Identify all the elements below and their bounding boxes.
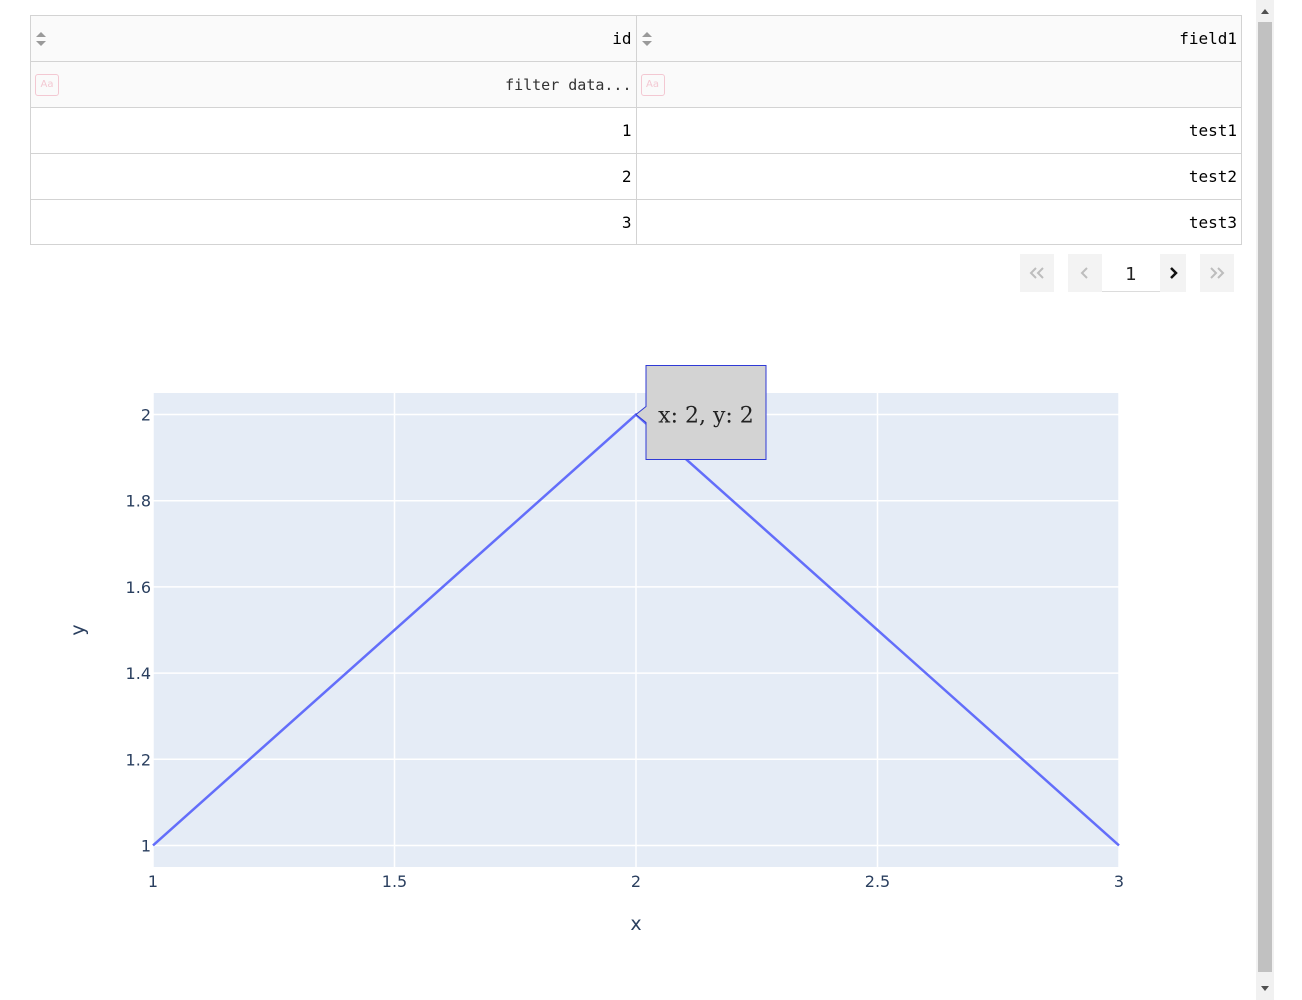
next-page-button[interactable] — [1160, 254, 1186, 292]
table-row: 3 test3 — [31, 200, 1241, 244]
x-tick-label: 3 — [1114, 872, 1124, 891]
column-header-label: field1 — [1179, 29, 1237, 48]
double-chevron-left-icon — [1029, 267, 1044, 279]
filter-placeholder[interactable]: filter data... — [505, 76, 631, 94]
table-cell-field1[interactable]: test3 — [637, 200, 1242, 244]
y-tick-label: 2 — [141, 406, 151, 425]
table-row: 2 test2 — [31, 154, 1241, 200]
y-tick-label: 1.6 — [126, 578, 151, 597]
x-tick-label: 2 — [631, 872, 641, 891]
first-page-button[interactable] — [1020, 254, 1054, 292]
x-tick-label: 1 — [148, 872, 158, 891]
sort-icon[interactable] — [641, 30, 653, 48]
scroll-down-button[interactable] — [1256, 980, 1274, 998]
hover-tooltip-text: x: 2, y: 2 — [658, 404, 754, 429]
y-tick-label: 1.8 — [126, 492, 151, 511]
table-cell-field1[interactable]: test1 — [637, 108, 1242, 153]
page-number-input[interactable] — [1102, 254, 1160, 292]
chevron-left-icon — [1080, 267, 1088, 279]
triangle-up-icon — [1261, 9, 1269, 14]
column-header-field1[interactable]: field1 — [637, 16, 1242, 61]
y-tick-label: 1.4 — [126, 664, 151, 683]
table-row: 1 test1 — [31, 108, 1241, 154]
column-header-id[interactable]: id — [31, 16, 637, 61]
table-cell-id[interactable]: 1 — [31, 108, 637, 153]
case-sensitive-icon[interactable]: Aa — [640, 73, 665, 96]
x-axis-title: x — [630, 913, 641, 935]
table-cell-field1[interactable]: test2 — [637, 154, 1242, 199]
scroll-up-button[interactable] — [1256, 2, 1274, 20]
previous-page-button[interactable] — [1068, 254, 1102, 292]
column-header-label: id — [612, 29, 632, 48]
table-cell-id[interactable]: 3 — [31, 200, 637, 244]
table-cell-id[interactable]: 2 — [31, 154, 637, 199]
data-table: id field1 Aa filter data... Aa 1 test1 2… — [30, 15, 1242, 245]
last-page-button[interactable] — [1200, 254, 1234, 292]
x-tick-label: 1.5 — [382, 872, 407, 891]
x-tick-label: 2.5 — [865, 872, 890, 891]
y-tick-label: 1.2 — [126, 750, 151, 769]
y-axis-title: y — [67, 624, 89, 635]
scroll-thumb[interactable] — [1258, 22, 1272, 972]
table-header-row: id field1 — [31, 16, 1241, 62]
pagination — [1020, 254, 1238, 294]
y-tick-label: 1 — [141, 836, 151, 855]
table-filter-row: Aa filter data... Aa — [31, 62, 1241, 108]
filter-cell-id[interactable]: Aa filter data... — [31, 62, 637, 107]
chevron-right-icon — [1170, 267, 1178, 279]
triangle-down-icon — [1261, 986, 1269, 991]
line-chart: 1 1.5 2 2.5 3 1 1.2 1.4 1.6 1.8 2 x y x: 2, y: 2 — [67, 365, 1124, 935]
case-sensitive-icon[interactable]: Aa — [35, 73, 59, 96]
double-chevron-right-icon — [1210, 267, 1225, 279]
sort-icon[interactable] — [35, 30, 47, 48]
filter-cell-field1[interactable]: Aa — [637, 62, 1242, 107]
vertical-scrollbar[interactable] — [1256, 0, 1274, 1000]
